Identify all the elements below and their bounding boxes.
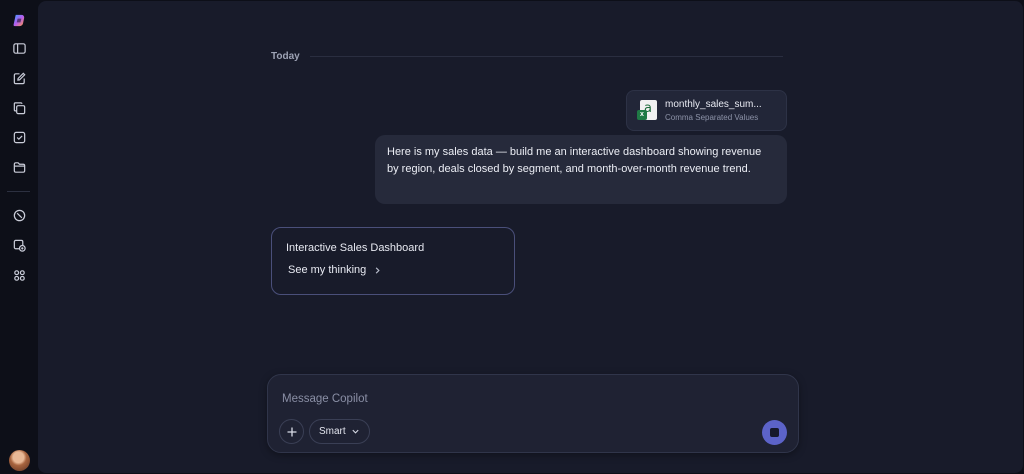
tasks-icon[interactable] — [9, 127, 29, 147]
chevron-down-icon — [352, 429, 359, 434]
stop-button[interactable] — [762, 420, 787, 445]
mode-selector[interactable]: Smart — [309, 419, 370, 444]
sidebar — [0, 0, 37, 474]
chevron-right-icon — [376, 266, 380, 274]
user-message: Here is my sales data — build me an inte… — [375, 135, 787, 204]
see-thinking-label: See my thinking — [288, 264, 367, 276]
pages-icon[interactable] — [9, 98, 29, 118]
date-label: Today — [271, 51, 300, 62]
message-input[interactable] — [282, 390, 742, 408]
response-card[interactable]: Interactive Sales Dashboard See my think… — [271, 227, 515, 295]
response-card-title: Interactive Sales Dashboard — [286, 242, 425, 254]
attachment-name: monthly_sales_sum... — [665, 99, 762, 110]
image-create-icon[interactable] — [9, 235, 29, 255]
see-thinking-link[interactable]: See my thinking — [288, 264, 500, 276]
message-composer: Smart — [267, 374, 799, 453]
copilot-logo-icon[interactable] — [9, 10, 29, 30]
date-divider: Today — [271, 51, 783, 62]
plus-icon — [287, 427, 296, 436]
chat-panel: Today x monthly_sales_sum... Comma Separ… — [38, 1, 1023, 473]
folder-icon[interactable] — [9, 157, 29, 177]
apps-icon[interactable] — [9, 265, 29, 285]
add-button[interactable] — [279, 419, 304, 444]
discover-icon[interactable] — [9, 205, 29, 225]
sidebar-divider — [7, 191, 30, 192]
attachment-type: Comma Separated Values — [665, 113, 759, 122]
csv-file-icon: x — [637, 99, 657, 122]
new-chat-icon[interactable] — [9, 68, 29, 88]
mode-label: Smart — [319, 426, 346, 437]
avatar[interactable] — [9, 450, 30, 471]
stop-icon — [770, 428, 779, 437]
date-divider-line — [309, 56, 783, 57]
attachment-card[interactable]: x monthly_sales_sum... Comma Separated V… — [626, 90, 787, 131]
sidebar-toggle-icon[interactable] — [9, 38, 29, 58]
